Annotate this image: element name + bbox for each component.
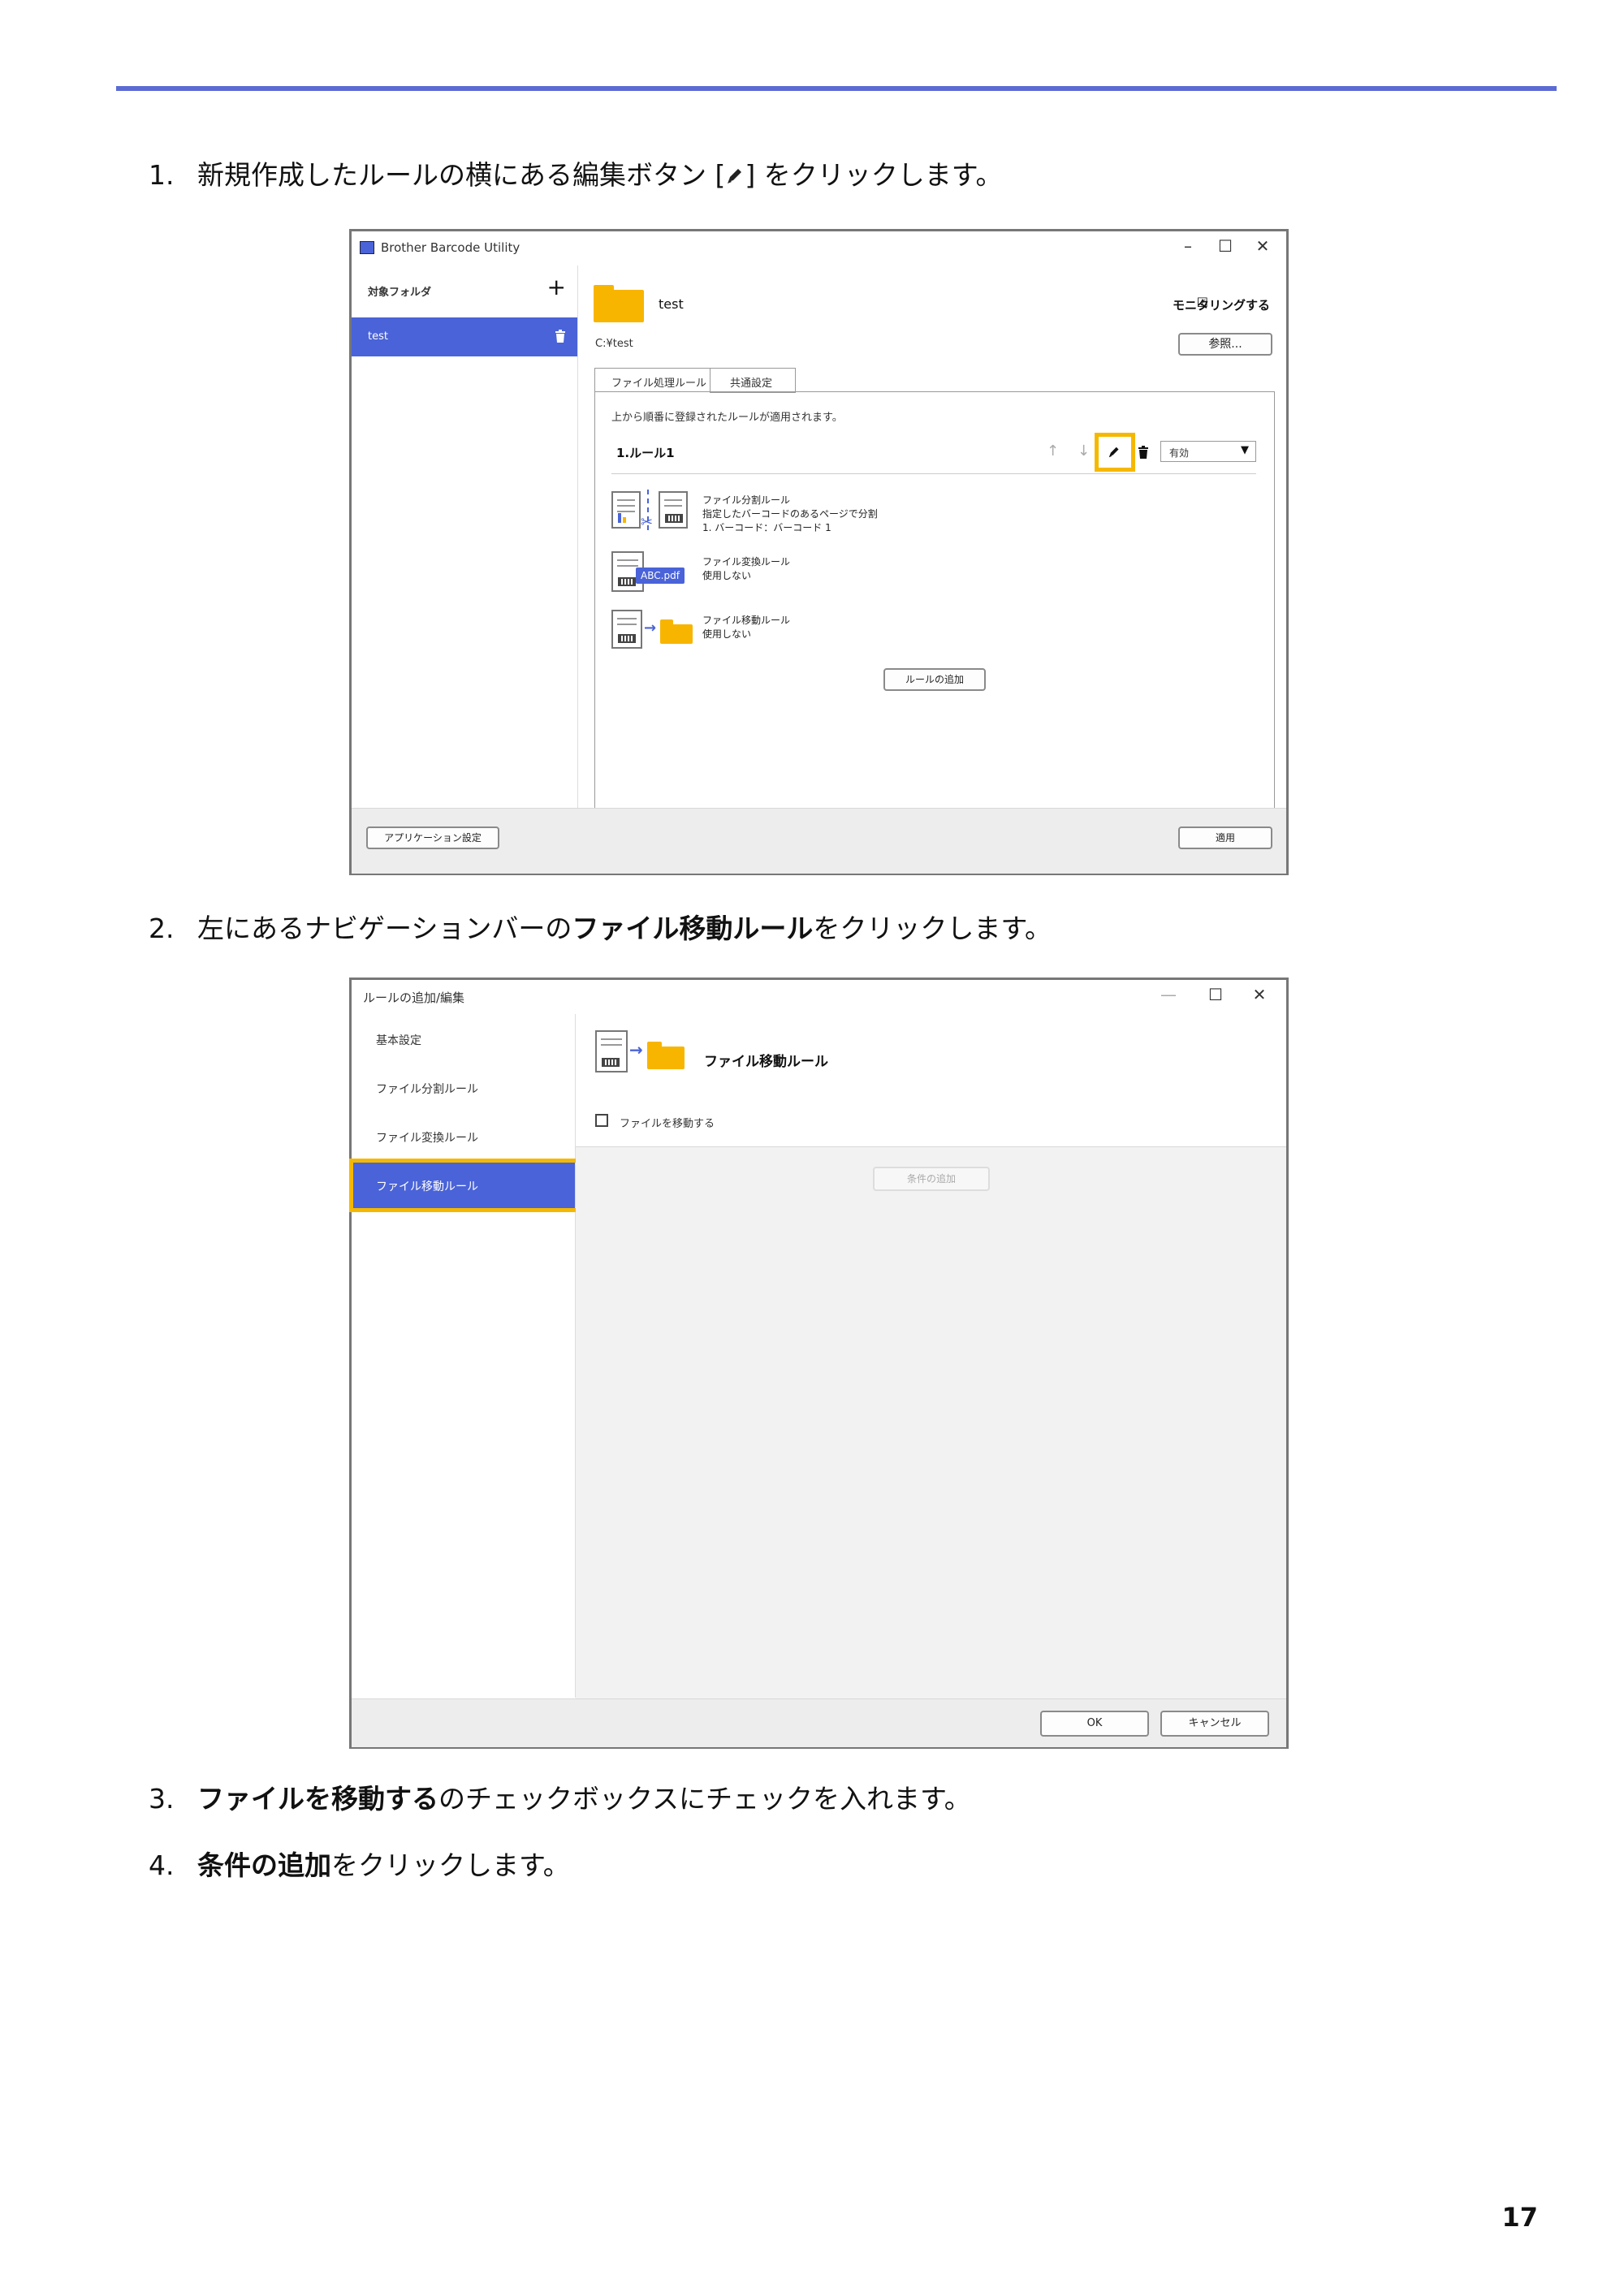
minimize-icon[interactable]: – <box>1176 236 1200 256</box>
step-text-after: のチェックボックスにチェックを入れます。 <box>438 1783 971 1815</box>
folder-name: test <box>659 296 684 312</box>
tab-label: 共通設定 <box>730 378 773 390</box>
app-icon <box>360 241 374 254</box>
dropdown-arrow-icon: ▼ <box>1241 444 1249 456</box>
apply-button[interactable]: 適用 <box>1178 826 1272 849</box>
folder-sidebar: 対象フォルダ + test <box>352 265 578 808</box>
step-3: 3. ファイルを移動するのチェックボックスにチェックを入れます。 <box>149 1783 971 1815</box>
scissors-icon: ✂ <box>641 514 654 531</box>
document-icon <box>611 491 641 529</box>
trash-icon[interactable] <box>555 330 566 343</box>
trash-icon[interactable] <box>1138 446 1149 459</box>
step-text-after: をクリックします。 <box>813 913 1052 944</box>
header-rule <box>116 86 1557 91</box>
rule-nav-sidebar: 基本設定 ファイル分割ルール ファイル変換ルール ファイル移動ルール <box>349 1014 580 1698</box>
page-number: 17 <box>1501 2202 1538 2233</box>
status-select[interactable]: 有効 ▼ <box>1160 441 1256 462</box>
barcode-utility-window: Brother Barcode Utility – ☐ ✕ 対象フォルダ + t… <box>349 229 1289 875</box>
window-title: ルールの追加/編集 <box>363 990 465 1005</box>
step-2: 2. 左にあるナビゲーションバーのファイル移動ルールをクリックします。 <box>149 913 1052 945</box>
maximize-icon[interactable]: ☐ <box>1213 236 1237 256</box>
app-settings-button[interactable]: アプリケーション設定 <box>366 826 499 849</box>
nav-basic-settings[interactable]: 基本設定 <box>376 1032 421 1048</box>
title-bar: Brother Barcode Utility – ☐ ✕ <box>352 231 1286 265</box>
move-file-label: ファイルを移動する <box>620 1118 715 1130</box>
convert-rule-title: ファイル変換ルール <box>702 556 791 568</box>
close-icon[interactable]: ✕ <box>1250 236 1275 256</box>
move-rule-line1: 使用しない <box>702 628 752 640</box>
folder-icon <box>647 1042 685 1069</box>
step-number: 1. <box>149 159 175 191</box>
document-icon <box>595 1030 628 1072</box>
nav-highlight <box>349 1159 580 1212</box>
info-text: 上から順番に登録されたルールが適用されます。 <box>611 412 843 424</box>
browse-button[interactable]: 参照... <box>1178 333 1272 356</box>
conditions-area: 条件の追加 <box>576 1146 1286 1699</box>
ok-button[interactable]: OK <box>1040 1711 1149 1737</box>
convert-rule-line1: 使用しない <box>702 570 752 581</box>
move-rule-title: ファイル移動ルール <box>702 615 791 626</box>
pencil-icon <box>728 169 742 183</box>
nav-convert-rule[interactable]: ファイル変換ルール <box>376 1129 478 1146</box>
rule-edit-window: ルールの追加/編集 — ☐ ✕ 基本設定 ファイル分割ルール ファイル変換ルール… <box>349 978 1289 1749</box>
monitoring-label: モニタリングする <box>1172 298 1270 313</box>
step-text: 左にあるナビゲーションバーの <box>197 913 572 944</box>
step-text-after: をクリックします。 <box>331 1849 570 1881</box>
folder-icon <box>660 619 693 644</box>
sidebar-header: 対象フォルダ <box>368 287 432 299</box>
maximize-icon[interactable]: ☐ <box>1203 985 1228 1004</box>
tab-common-settings[interactable]: 共通設定 <box>710 368 796 393</box>
window-footer: OK キャンセル <box>352 1698 1286 1747</box>
step-number: 3. <box>149 1783 175 1815</box>
title-bar: ルールの追加/編集 — ☐ ✕ <box>352 980 1286 1014</box>
rule-title: 1.ルール1 <box>616 446 675 460</box>
arrow-right-icon: → <box>629 1040 643 1060</box>
add-rule-button[interactable]: ルールの追加 <box>883 668 986 691</box>
plus-icon[interactable]: + <box>547 274 566 300</box>
tab-file-rules[interactable]: ファイル処理ルール <box>594 368 711 393</box>
step-bold-text: 条件の追加 <box>197 1849 331 1881</box>
close-icon[interactable]: ✕ <box>1247 985 1272 1004</box>
step-4: 4. 条件の追加をクリックします。 <box>149 1849 570 1882</box>
minimize-icon[interactable]: — <box>1156 985 1181 1004</box>
step-bold-text: ファイルを移動する <box>197 1783 438 1815</box>
step-number: 4. <box>149 1849 175 1881</box>
rule-divider <box>611 473 1256 474</box>
nav-split-rule[interactable]: ファイル分割ルール <box>376 1081 478 1097</box>
tab-label: ファイル処理ルール <box>611 378 707 390</box>
split-rule-line2: 1. バーコード：バーコード 1 <box>702 522 831 533</box>
window-title: Brother Barcode Utility <box>381 240 520 255</box>
folder-icon <box>594 285 644 322</box>
folder-path: C:¥test <box>595 338 633 350</box>
split-rule-line1: 指定したバーコードのあるページで分割 <box>702 508 878 520</box>
file-badge: ABC.pdf <box>636 568 685 584</box>
step-bold-text: ファイル移動ルール <box>572 913 814 944</box>
arrow-up-icon[interactable]: ↑ <box>1047 442 1059 460</box>
document-icon <box>611 610 642 649</box>
step-1: 1. 新規作成したルールの横にある編集ボタン [ ] をクリックします。 <box>149 159 1002 192</box>
status-select-value: 有効 <box>1169 447 1190 459</box>
window-footer: アプリケーション設定 適用 <box>352 808 1286 874</box>
step-text-after: ] をクリックします。 <box>745 159 1003 191</box>
step-number: 2. <box>149 913 175 944</box>
step-text: 新規作成したルールの横にある編集ボタン [ <box>197 159 726 191</box>
split-rule-title: ファイル分割ルール <box>702 494 791 506</box>
arrow-down-icon[interactable]: ↓ <box>1078 442 1090 460</box>
sidebar-item-label: test <box>368 330 388 343</box>
edit-button-highlight <box>1095 433 1135 472</box>
sidebar-item-test[interactable]: test <box>352 317 577 356</box>
rules-panel: 上から順番に登録されたルールが適用されます。 1.ルール1 ↑ ↓ 有効 ▼ ✂… <box>594 391 1275 809</box>
add-condition-button[interactable]: 条件の追加 <box>873 1167 990 1191</box>
document-icon <box>659 491 688 529</box>
cancel-button[interactable]: キャンセル <box>1160 1711 1269 1737</box>
rule-header-title: ファイル移動ルール <box>704 1054 828 1070</box>
move-file-checkbox[interactable] <box>595 1114 608 1127</box>
arrow-right-icon: → <box>644 619 657 637</box>
